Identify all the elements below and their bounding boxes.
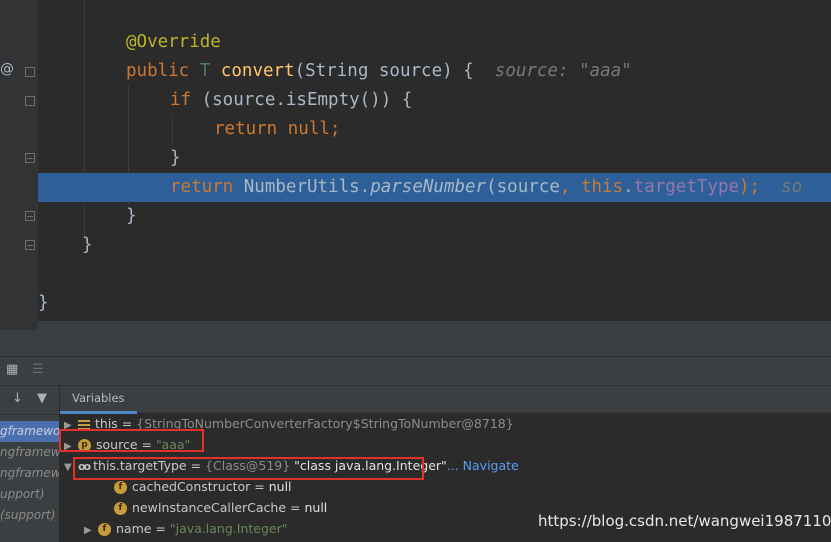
frame-item[interactable]: ngframewo	[0, 463, 59, 484]
code-token: .	[623, 177, 634, 197]
code-line[interactable]: return null;	[38, 115, 340, 144]
frame-item[interactable]: gframewo	[0, 421, 59, 442]
code-line[interactable]: if (source.isEmpty()) {	[38, 86, 412, 115]
arrow-down-icon[interactable]: ↓	[12, 391, 23, 406]
debug-subtoolbar: ▦ ☰	[0, 357, 831, 386]
code-token: convert	[220, 61, 295, 81]
highlight-box-source	[59, 429, 204, 452]
code-line[interactable]: }	[38, 144, 181, 173]
override-marker-icon[interactable]: @	[0, 61, 14, 77]
code-token: if	[170, 90, 202, 110]
fold-end-icon[interactable]	[25, 153, 35, 163]
variable-equals: =	[286, 500, 305, 515]
code-token: ,	[559, 177, 581, 197]
frames-toolbar: ↓ ▼	[0, 386, 59, 415]
tab-variables[interactable]: Variables	[60, 386, 137, 414]
code-line[interactable]: @Override	[38, 28, 221, 57]
variable-row[interactable]: f newInstanceCallerCache = null	[100, 497, 327, 518]
variable-row[interactable]: ▶ f name = "java.lang.Integer"	[84, 518, 287, 539]
code-token: @Override	[126, 32, 221, 52]
code-token: this	[580, 177, 624, 197]
fold-marker-icon[interactable]	[25, 96, 35, 106]
code-token: (source	[486, 177, 560, 197]
code-line[interactable]: }	[38, 289, 49, 318]
variable-name: newInstanceCallerCache	[132, 500, 287, 515]
fold-end-icon[interactable]	[25, 240, 35, 250]
code-token: );	[739, 177, 761, 197]
code-token: }	[38, 293, 49, 313]
code-line[interactable]: }	[38, 202, 137, 231]
code-token: public	[126, 61, 200, 81]
code-token: return	[170, 177, 244, 197]
highlight-box-target-type	[73, 457, 424, 480]
code-token: so	[760, 177, 803, 197]
code-token: (source.isEmpty()) {	[201, 90, 413, 110]
fold-marker-icon[interactable]	[25, 67, 35, 77]
navigate-link[interactable]: ... Navigate	[447, 458, 519, 473]
restore-layout-icon[interactable]: ☰	[32, 362, 44, 377]
grid-layout-icon[interactable]: ▦	[6, 362, 18, 377]
frames-panel: ↓ ▼ gframewongframeworngframewoupport)(s…	[0, 386, 60, 542]
fold-end-icon[interactable]	[25, 211, 35, 221]
object-icon	[78, 419, 90, 430]
frame-item[interactable]: upport)	[0, 484, 59, 505]
variable-value: null	[304, 500, 328, 515]
variable-value: null	[268, 479, 292, 494]
code-token: (String source) {	[294, 61, 495, 81]
code-token: }	[170, 148, 181, 168]
field-icon: f	[114, 481, 127, 494]
horizontal-scrollbar[interactable]	[38, 321, 831, 330]
expand-right-icon[interactable]: ▶	[84, 520, 98, 541]
variable-equals: =	[151, 521, 170, 536]
frame-item[interactable]: (support)	[0, 505, 59, 526]
code-token: return null;	[214, 119, 341, 139]
code-line[interactable]: public T convert(String source) { source…	[38, 57, 632, 86]
watermark: https://blog.csdn.net/wangwei19871103	[538, 512, 831, 530]
filter-icon[interactable]: ▼	[37, 391, 47, 406]
variables-tabbar: Variables	[60, 386, 831, 414]
variable-name: cachedConstructor	[132, 479, 251, 494]
code-token: }	[82, 235, 93, 255]
editor-gutter[interactable]: @	[0, 0, 38, 330]
code-line-current[interactable]: return NumberUtils.parseNumber(source, t…	[38, 173, 831, 202]
frame-item[interactable]: ngframewor	[0, 442, 59, 463]
variable-value: "java.lang.Integer"	[169, 521, 288, 536]
variable-equals: =	[250, 479, 269, 494]
debug-panel: ▦ ☰ ↓ ▼ gframewongframeworngframewouppor…	[0, 330, 831, 542]
variable-name: name	[116, 521, 152, 536]
code-editor[interactable]: @ @Override public T convert(String sourc…	[0, 0, 831, 330]
code-token: NumberUtils.	[243, 177, 371, 197]
code-line[interactable]: }	[38, 231, 93, 260]
code-token: }	[126, 206, 137, 226]
code-token: T	[199, 61, 221, 81]
field-icon: f	[114, 502, 127, 515]
code-token: source: "aaa"	[494, 61, 632, 81]
debug-toolbar	[0, 330, 831, 357]
field-icon: f	[98, 523, 111, 536]
code-token: parseNumber	[370, 177, 487, 197]
code-token: targetType	[633, 177, 740, 197]
